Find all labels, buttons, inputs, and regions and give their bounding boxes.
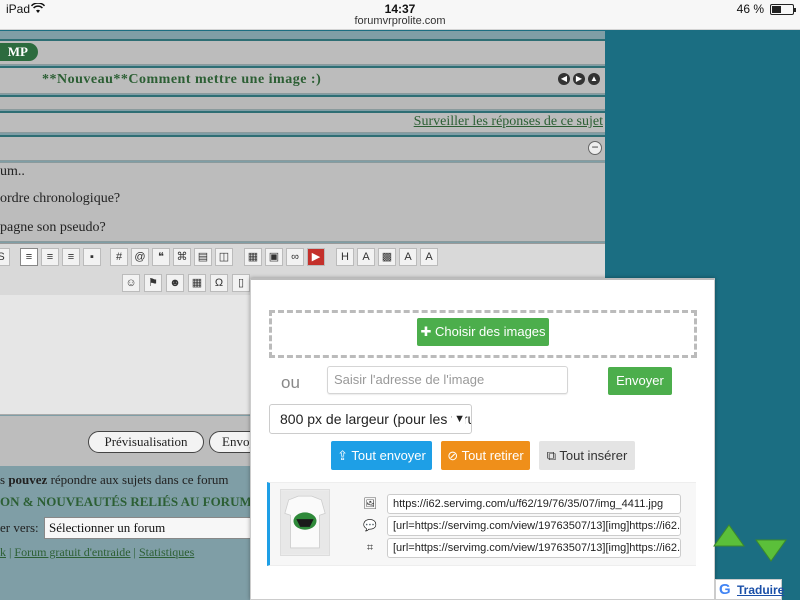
topic-title: **Nouveau**Comment mettre une image :)	[42, 72, 322, 87]
hash-icon[interactable]: #	[110, 248, 128, 266]
plus-icon: ✚	[420, 324, 435, 339]
crop-icon: ⌗	[366, 542, 374, 554]
separator-bar	[0, 95, 605, 110]
forum-jump-select[interactable]: Sélectionner un forum	[44, 517, 254, 539]
address-url[interactable]: forumvrprolite.com	[0, 15, 800, 27]
status-bar: iPad 14:37 forumvrprolite.com 46 %	[0, 0, 800, 30]
topic-nav: ◀ ▶ ▲	[558, 73, 600, 85]
choose-images-button[interactable]: ✚ Choisir des images	[417, 318, 549, 346]
option-text-2: ordre chronologique?	[0, 191, 121, 206]
document-icon[interactable]: ▯	[232, 274, 250, 292]
image-link-field[interactable]: https://i62.servimg.com/u/f62/19/76/35/0…	[387, 494, 681, 514]
font-icon[interactable]: A	[399, 248, 417, 266]
youtube-icon[interactable]: ▶	[307, 248, 325, 266]
clear-format-icon[interactable]: A	[420, 248, 438, 266]
hide-icon[interactable]: ◫	[215, 248, 233, 266]
footer-link-2[interactable]: Forum gratuit d'entraide	[14, 545, 130, 559]
or-label: ou	[281, 373, 300, 392]
jump-label: er vers:	[0, 520, 39, 535]
message-editor[interactable]	[0, 295, 250, 415]
image-thumbnail[interactable]	[280, 489, 330, 556]
heading-icon[interactable]: H	[336, 248, 354, 266]
host-image-icon[interactable]: ▣	[265, 248, 283, 266]
next-topic-icon[interactable]: ▶	[573, 73, 585, 85]
remove-all-button[interactable]: ⊘ Tout retirer	[441, 441, 530, 470]
special-char-icon[interactable]: Ω	[210, 274, 228, 292]
font-size-icon[interactable]: A	[357, 248, 375, 266]
strike-icon[interactable]: S	[0, 248, 10, 266]
watch-topic-link[interactable]: Surveiller les réponses de ce sujet	[414, 114, 603, 130]
insert-all-button[interactable]: ⧉ Tout insérer	[539, 441, 635, 470]
thumbnail-bbcode-field[interactable]: [url=https://servimg.com/view/19763507/1…	[387, 538, 681, 558]
image-icon[interactable]: ▦	[244, 248, 262, 266]
image-upload-widget: ✚ Choisir des images ou Saisir l'adresse…	[250, 278, 715, 600]
code-icon[interactable]: ⌘	[173, 248, 191, 266]
quote-icon[interactable]: ❝	[152, 248, 170, 266]
picture-icon: 🖼	[363, 498, 377, 510]
mp-button[interactable]: MP	[0, 43, 38, 61]
flag-icon[interactable]: ⚑	[144, 274, 162, 292]
options-bar	[0, 135, 605, 161]
align-left-icon[interactable]: ≡	[20, 248, 38, 266]
comments-icon: 💬	[363, 520, 377, 532]
align-center-icon[interactable]: ≡	[41, 248, 59, 266]
footer-links: k | Forum gratuit d'entraide | Statistiq…	[0, 545, 195, 559]
scroll-top-icon[interactable]	[713, 524, 745, 548]
at-icon[interactable]: @	[131, 248, 149, 266]
top-icon[interactable]: ▲	[588, 73, 600, 85]
image-url-input[interactable]: Saisir l'adresse de l'image	[327, 366, 568, 394]
upload-url-button[interactable]: Envoyer	[608, 367, 672, 395]
footer-link-1[interactable]: k	[0, 545, 6, 559]
clock: 14:37	[384, 2, 416, 16]
permissions-text: s pouvez répondre aux sujets dans ce for…	[0, 472, 229, 487]
link-icon[interactable]: ∞	[286, 248, 304, 266]
size-select[interactable]: 800 px de largeur (pour les forums)▼	[269, 404, 472, 434]
bbcode-field[interactable]: [url=https://servimg.com/view/19763507/1…	[387, 516, 681, 536]
justify-icon[interactable]: ▪	[83, 248, 101, 266]
news-category[interactable]: ON & NOUVEAUTÉS RELIÉS AU FORUM	[0, 494, 252, 510]
calendar-icon[interactable]: ▦	[188, 274, 206, 292]
option-text-3: pagne son pseudo?	[0, 220, 106, 235]
translate-link[interactable]: Traduire	[737, 583, 784, 597]
dropdown-arrow-icon: ▼	[452, 405, 465, 433]
mp-bar	[0, 39, 605, 65]
battery-percent: 46 %	[736, 2, 764, 16]
spoiler-icon[interactable]: ▤	[194, 248, 212, 266]
emoji-icon[interactable]: ☻	[166, 274, 184, 292]
ban-icon: ⊘	[447, 448, 462, 463]
translate-widget[interactable]: G Traduire	[715, 579, 784, 600]
footer-link-3[interactable]: Statistiques	[139, 545, 194, 559]
align-right-icon[interactable]: ≡	[62, 248, 80, 266]
send-all-button[interactable]: ⇪ Tout envoyer	[331, 441, 432, 470]
scroll-bottom-icon[interactable]	[755, 538, 787, 562]
smiley-icon[interactable]: ☺	[122, 274, 140, 292]
preview-button[interactable]: Prévisualisation	[88, 431, 204, 453]
option-text-1: um..	[0, 164, 25, 179]
battery-icon	[770, 4, 796, 15]
collapse-icon[interactable]: −	[588, 141, 602, 155]
prev-topic-icon[interactable]: ◀	[558, 73, 570, 85]
google-logo-icon: G	[719, 581, 731, 598]
upload-icon: ⇪	[337, 448, 352, 463]
color-icon[interactable]: ▩	[378, 248, 396, 266]
copy-icon: ⧉	[546, 448, 560, 463]
uploaded-image-card: 🖼 https://i62.servimg.com/u/f62/19/76/35…	[267, 482, 696, 566]
